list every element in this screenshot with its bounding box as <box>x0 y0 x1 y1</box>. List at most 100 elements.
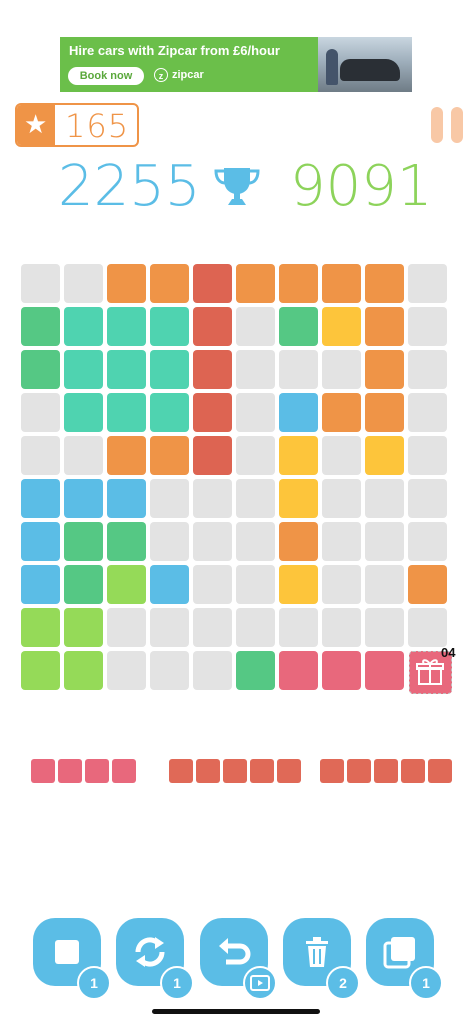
filled-cell-pink[interactable] <box>365 651 404 690</box>
filled-cell-red[interactable] <box>193 350 232 389</box>
empty-cell[interactable] <box>21 393 60 432</box>
empty-cell[interactable] <box>150 608 189 647</box>
empty-cell[interactable] <box>408 350 447 389</box>
empty-cell[interactable] <box>408 479 447 518</box>
empty-cell[interactable] <box>107 608 146 647</box>
empty-cell[interactable] <box>365 608 404 647</box>
filled-cell-orange[interactable] <box>279 264 318 303</box>
empty-cell[interactable] <box>193 565 232 604</box>
empty-cell[interactable] <box>150 479 189 518</box>
filled-cell-lime[interactable] <box>64 608 103 647</box>
filled-cell-orange[interactable] <box>322 393 361 432</box>
filled-cell-orange[interactable] <box>365 307 404 346</box>
filled-cell-green[interactable] <box>236 651 275 690</box>
empty-cell[interactable] <box>107 651 146 690</box>
empty-cell[interactable] <box>322 436 361 475</box>
filled-cell-teal[interactable] <box>107 393 146 432</box>
filled-cell-orange[interactable] <box>150 264 189 303</box>
filled-cell-blue[interactable] <box>64 479 103 518</box>
empty-cell[interactable] <box>236 307 275 346</box>
empty-cell[interactable] <box>21 264 60 303</box>
star-counter[interactable]: ★ 165 <box>15 103 139 147</box>
empty-cell[interactable] <box>408 608 447 647</box>
filled-cell-green[interactable] <box>21 350 60 389</box>
filled-cell-blue[interactable] <box>150 565 189 604</box>
piece-slot-1[interactable] <box>31 759 138 784</box>
filled-cell-yellow[interactable] <box>279 479 318 518</box>
filled-cell-green[interactable] <box>64 565 103 604</box>
empty-cell[interactable] <box>322 350 361 389</box>
filled-cell-orange[interactable] <box>107 436 146 475</box>
filled-cell-blue[interactable] <box>107 479 146 518</box>
home-indicator[interactable] <box>152 1009 320 1014</box>
filled-cell-blue[interactable] <box>21 565 60 604</box>
empty-cell[interactable] <box>193 522 232 561</box>
filled-cell-red[interactable] <box>193 393 232 432</box>
filled-cell-lime[interactable] <box>64 651 103 690</box>
filled-cell-teal[interactable] <box>150 307 189 346</box>
empty-cell[interactable] <box>365 522 404 561</box>
filled-cell-green[interactable] <box>21 307 60 346</box>
filled-cell-orange[interactable] <box>365 393 404 432</box>
filled-cell-orange[interactable] <box>107 264 146 303</box>
empty-cell[interactable] <box>236 522 275 561</box>
empty-cell[interactable] <box>236 608 275 647</box>
empty-cell[interactable] <box>365 479 404 518</box>
empty-cell[interactable] <box>365 565 404 604</box>
filled-cell-teal[interactable] <box>64 307 103 346</box>
filled-cell-orange[interactable] <box>322 264 361 303</box>
filled-cell-blue[interactable] <box>21 479 60 518</box>
ad-banner[interactable]: Hire cars with Zipcar from £6/hour Book … <box>60 37 412 92</box>
filled-cell-lime[interactable] <box>21 651 60 690</box>
empty-cell[interactable] <box>322 479 361 518</box>
filled-cell-lime[interactable] <box>21 608 60 647</box>
empty-cell[interactable] <box>322 522 361 561</box>
empty-cell[interactable] <box>236 565 275 604</box>
filled-cell-orange[interactable] <box>279 522 318 561</box>
filled-cell-orange[interactable] <box>365 350 404 389</box>
filled-cell-orange[interactable] <box>365 264 404 303</box>
ad-book-button[interactable]: Book now <box>68 67 144 85</box>
empty-cell[interactable] <box>64 264 103 303</box>
filled-cell-teal[interactable] <box>64 393 103 432</box>
filled-cell-lime[interactable] <box>107 565 146 604</box>
empty-cell[interactable] <box>64 436 103 475</box>
empty-cell[interactable] <box>150 651 189 690</box>
filled-cell-teal[interactable] <box>107 350 146 389</box>
filled-cell-red[interactable] <box>193 436 232 475</box>
empty-cell[interactable] <box>236 479 275 518</box>
empty-cell[interactable] <box>236 393 275 432</box>
filled-cell-teal[interactable] <box>150 350 189 389</box>
filled-cell-yellow[interactable] <box>322 307 361 346</box>
piece-slot-2[interactable] <box>169 759 303 784</box>
filled-cell-pink[interactable] <box>322 651 361 690</box>
empty-cell[interactable] <box>193 479 232 518</box>
filled-cell-teal[interactable] <box>150 393 189 432</box>
empty-cell[interactable] <box>408 436 447 475</box>
empty-cell[interactable] <box>193 608 232 647</box>
empty-cell[interactable] <box>21 436 60 475</box>
filled-cell-green[interactable] <box>279 307 318 346</box>
filled-cell-green[interactable] <box>64 522 103 561</box>
filled-cell-yellow[interactable] <box>279 436 318 475</box>
filled-cell-yellow[interactable] <box>365 436 404 475</box>
filled-cell-teal[interactable] <box>107 307 146 346</box>
filled-cell-blue[interactable] <box>21 522 60 561</box>
pause-button[interactable] <box>431 107 465 143</box>
empty-cell[interactable] <box>322 608 361 647</box>
filled-cell-blue[interactable] <box>279 393 318 432</box>
filled-cell-green[interactable] <box>107 522 146 561</box>
filled-cell-orange[interactable] <box>236 264 275 303</box>
empty-cell[interactable] <box>322 565 361 604</box>
empty-cell[interactable] <box>408 522 447 561</box>
empty-cell[interactable] <box>236 350 275 389</box>
filled-cell-red[interactable] <box>193 307 232 346</box>
filled-cell-red[interactable] <box>193 264 232 303</box>
empty-cell[interactable] <box>408 307 447 346</box>
filled-cell-teal[interactable] <box>64 350 103 389</box>
filled-cell-yellow[interactable] <box>279 565 318 604</box>
empty-cell[interactable] <box>279 350 318 389</box>
filled-cell-pink[interactable] <box>279 651 318 690</box>
empty-cell[interactable] <box>236 436 275 475</box>
empty-cell[interactable] <box>408 393 447 432</box>
